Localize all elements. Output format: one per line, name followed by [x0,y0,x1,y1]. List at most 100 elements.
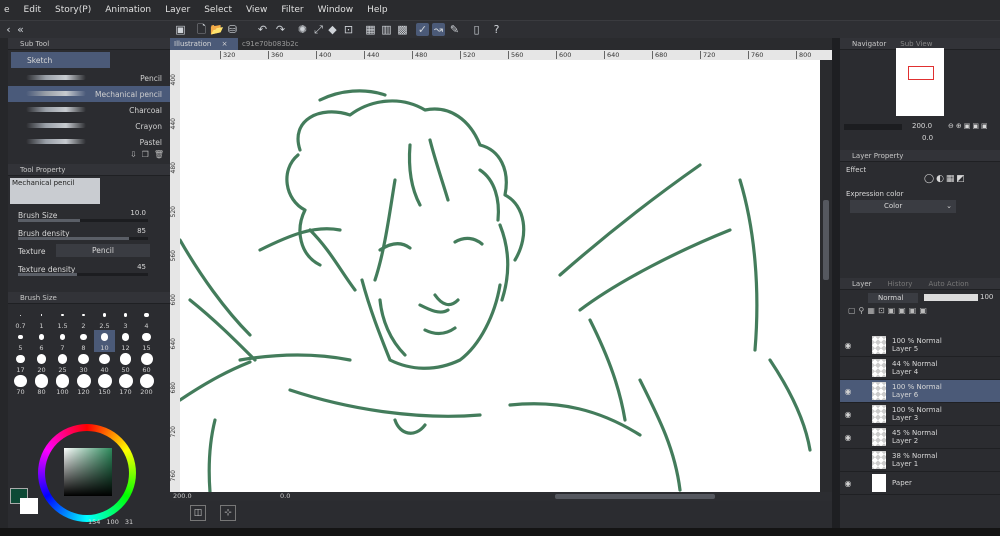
brush-size-option[interactable]: 0.7 [10,308,31,330]
texture-select[interactable]: Pencil [56,244,150,257]
visibility-eye-icon[interactable]: ◉ [840,387,856,396]
brush-size-option[interactable]: 120 [73,374,94,396]
menu-item-file[interactable]: e [4,5,10,15]
brush-size-option[interactable]: 5 [10,330,31,352]
menu-item-window[interactable]: Window [318,5,354,15]
brush-size-option[interactable]: 6 [31,330,52,352]
visibility-eye-icon[interactable]: ◉ [840,479,856,488]
tab-layer[interactable]: Layer [852,280,872,288]
drawing-canvas[interactable] [180,60,820,492]
brush-item-mechanical-pencil[interactable]: Mechanical pencil [8,86,170,102]
help-icon[interactable]: ? [490,23,503,36]
layer-row[interactable]: 38 % Normal Layer 1 [840,449,1000,472]
tab-illustration[interactable]: Illustration × [170,38,238,50]
undo-icon[interactable]: ↶ [256,23,269,36]
brush-size-option[interactable]: 7 [52,330,73,352]
brush-size-slider[interactable] [18,219,148,222]
close-icon[interactable]: × [222,40,228,48]
menu-item-view[interactable]: View [246,5,267,15]
device-icon[interactable]: ▯ [470,23,483,36]
brush-size-option[interactable]: 30 [73,352,94,374]
visibility-eye-icon[interactable]: ◉ [840,433,856,442]
brush-size-value[interactable]: 10.0 [130,209,146,217]
correction-icon[interactable]: ↝ [432,23,445,36]
panel-toggle-icon[interactable]: ◫ [190,505,206,521]
brush-size-row[interactable]: Brush Size 10.0 [8,206,170,224]
brush-size-option[interactable]: 200 [136,374,157,396]
crop-icon[interactable]: ⊡ [342,23,355,36]
zoom-slider[interactable] [844,124,902,130]
tab-file[interactable]: c91e70b083b2c [240,38,320,50]
horizontal-scrollbar[interactable] [555,494,715,499]
brush-size-option[interactable]: 12 [115,330,136,352]
loading-icon[interactable]: ✺ [296,23,309,36]
effect-buttons[interactable]: ◯◐▦◩ [924,174,967,184]
layer-row[interactable]: ◉ 45 % Normal Layer 2 [840,426,1000,449]
rotation-angle[interactable]: 0.0 [280,492,290,500]
layer-row[interactable]: ◉ 100 % Normal Layer 3 [840,403,1000,426]
menu-item-layer[interactable]: Layer [165,5,190,15]
tab-sub-view[interactable]: Sub View [900,40,932,48]
layer-row[interactable]: ◉ Paper [840,472,1000,495]
brush-item-charcoal[interactable]: Charcoal [8,102,170,118]
blend-mode-select[interactable]: Normal [868,293,918,303]
brush-size-option[interactable]: 80 [31,374,52,396]
save-icon[interactable]: ⛁ [226,23,239,36]
brush-size-option[interactable]: 70 [10,374,31,396]
redo-icon[interactable]: ↷ [274,23,287,36]
subtool-group-tab[interactable]: Sketch [11,52,110,68]
navigator-angle[interactable]: 0.0 [922,134,933,142]
brush-item-pencil[interactable]: Pencil [8,70,170,86]
app-icon[interactable]: ▣ [174,23,187,36]
zoom-level[interactable]: 200.0 [173,492,192,500]
brush-size-option[interactable]: 20 [31,352,52,374]
brush-size-option[interactable]: 150 [94,374,115,396]
brush-size-option[interactable]: 3 [115,308,136,330]
menu-item-filter[interactable]: Filter [281,5,303,15]
brush-size-option[interactable]: 100 [52,374,73,396]
fit-view-icon[interactable]: ⊹ [220,505,236,521]
layer-row[interactable]: ◉ 100 % Normal Layer 6 [840,380,1000,403]
brush-size-option[interactable]: 40 [94,352,115,374]
color-wheel[interactable] [38,424,136,522]
brush-size-option[interactable]: 25 [52,352,73,374]
layer-row[interactable]: 44 % Normal Layer 4 [840,357,1000,380]
brush-size-option[interactable]: 10 [94,330,115,352]
transform-icon[interactable]: ⤢ [312,23,325,36]
zoom-buttons[interactable]: ⊖⊕▣▣▣ [948,122,990,130]
navigator-zoom[interactable]: 200.0 [912,122,932,130]
menu-item-help[interactable]: Help [367,5,388,15]
new-file-icon[interactable]: 🗋 [195,23,208,36]
opacity-value[interactable]: 100 [980,293,993,301]
menu-item-select[interactable]: Select [204,5,232,15]
visibility-eye-icon[interactable]: ◉ [840,341,856,350]
ruler-icon[interactable]: ▥ [380,23,393,36]
navigator-preview[interactable] [896,48,944,116]
scroll-thumb[interactable] [823,200,829,280]
brush-size-option[interactable]: 17 [10,352,31,374]
brush-density-value[interactable]: 85 [137,227,146,235]
opacity-slider[interactable] [924,294,978,301]
visibility-eye-icon[interactable]: ◉ [840,410,856,419]
pen-pressure-icon[interactable]: ✎ [448,23,461,36]
download-icon[interactable]: ⇩ [130,150,137,160]
brush-density-row[interactable]: Brush density 85 [8,224,170,242]
frame-icon[interactable]: ▩ [396,23,409,36]
texture-density-row[interactable]: Texture density 45 [8,260,170,278]
color-square[interactable] [64,448,112,496]
brush-size-option[interactable]: 8 [73,330,94,352]
brush-size-option[interactable]: 60 [136,352,157,374]
sub-color-swatch[interactable] [20,498,38,514]
copy-icon[interactable]: ❐ [142,150,149,160]
vertical-scrollbar[interactable] [820,60,832,492]
brush-size-option[interactable]: 4 [136,308,157,330]
tab-auto-action[interactable]: Auto Action [928,280,968,288]
brush-item-pastel[interactable]: Pastel [8,134,170,150]
brush-size-option[interactable]: 2 [73,308,94,330]
brush-size-option[interactable]: 50 [115,352,136,374]
brush-size-option[interactable]: 2.5 [94,308,115,330]
brush-size-option[interactable]: 1 [31,308,52,330]
brush-size-option[interactable]: 1.5 [52,308,73,330]
collapse-icon[interactable]: « [14,23,27,36]
tab-history[interactable]: History [888,280,913,288]
